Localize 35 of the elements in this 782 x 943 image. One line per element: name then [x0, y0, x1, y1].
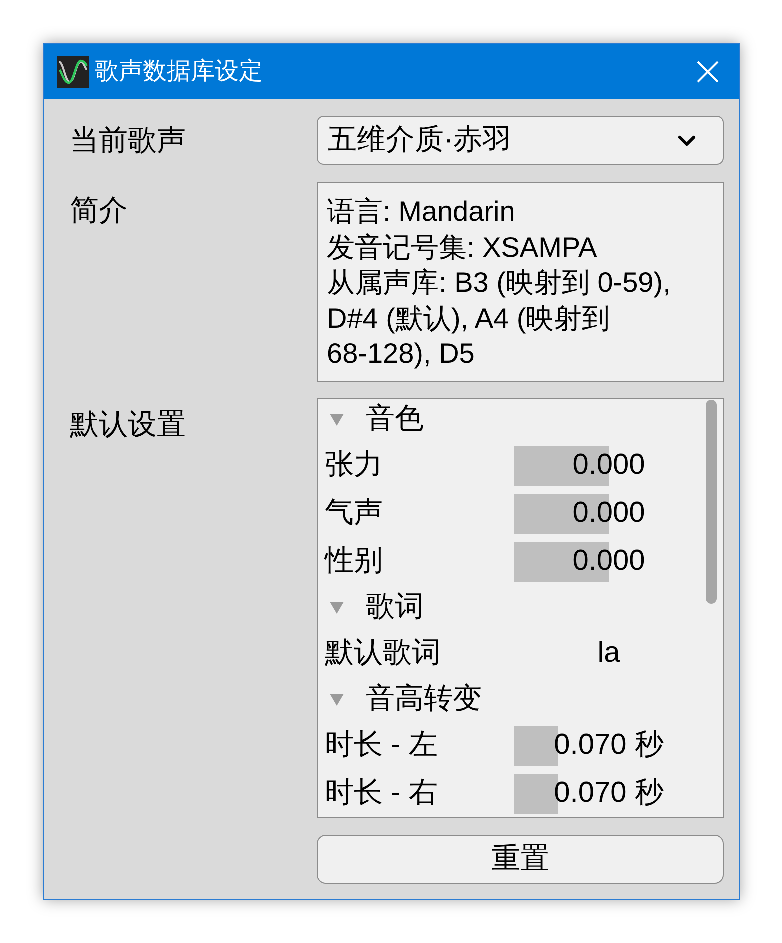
- property-name: 时长 - 右: [325, 776, 439, 812]
- property-name: 气声: [325, 496, 384, 532]
- text-value[interactable]: la: [598, 632, 620, 676]
- value-slider-track[interactable]: 0.070 秒: [514, 774, 704, 814]
- property-name: 默认歌词: [325, 636, 442, 672]
- slider-value: 0.000: [572, 496, 646, 532]
- value-slider-track[interactable]: 0.070 秒: [514, 726, 704, 766]
- field-label: 当前歌声: [70, 124, 187, 159]
- slider-value: 0.000: [572, 448, 646, 484]
- intro-text: 语言: Mandarin: [327, 195, 516, 229]
- value-slider-track[interactable]: 0.000: [514, 494, 704, 534]
- property-name: 性别: [325, 544, 384, 580]
- field-label: 默认设置: [70, 408, 187, 443]
- group-header[interactable]: 歌词: [366, 586, 424, 630]
- value-slider-track[interactable]: 0.000: [514, 542, 704, 582]
- slider-value: 0.070 秒: [554, 728, 664, 764]
- collapse-triangle-icon[interactable]: [330, 602, 344, 614]
- slider-value: 0.000: [572, 544, 646, 580]
- group-header[interactable]: 音高转变: [366, 678, 482, 722]
- window-title: 歌声数据库设定: [95, 56, 264, 86]
- voice-dropdown[interactable]: 五维介质·赤羽: [317, 116, 724, 165]
- intro-text: 从属声库: B3 (映射到 0-59), D#4 (默认), A4 (映射到 68-128), D5: [327, 266, 672, 371]
- waveform-logo-icon: [57, 56, 89, 88]
- reset-button[interactable]: 重置: [317, 835, 724, 884]
- property-name: 张力: [325, 448, 384, 484]
- close-icon[interactable]: [697, 60, 719, 82]
- property-name: 时长 - 左: [325, 728, 439, 764]
- group-header[interactable]: 音色: [366, 399, 424, 442]
- field-label: 简介: [70, 194, 129, 229]
- value-slider-track[interactable]: 0.000: [514, 446, 704, 486]
- collapse-triangle-icon[interactable]: [330, 414, 344, 426]
- collapse-triangle-icon[interactable]: [330, 694, 344, 706]
- scrollbar-thumb[interactable]: [706, 400, 717, 604]
- slider-value: 0.070 秒: [554, 776, 664, 812]
- intro-text: 发音记号集: XSAMPA: [327, 230, 598, 264]
